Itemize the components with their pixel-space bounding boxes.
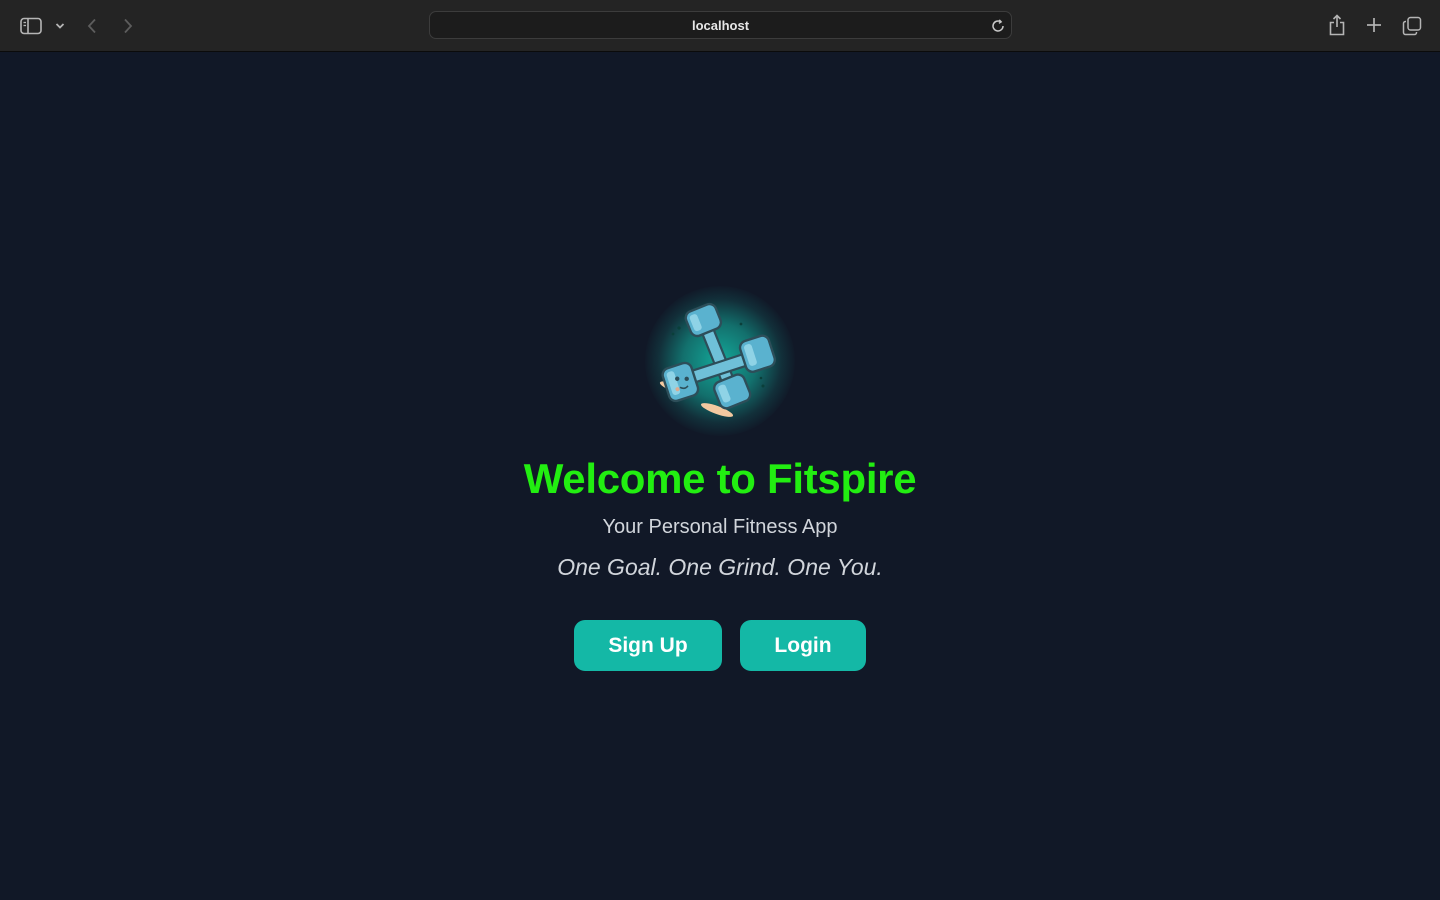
plus-icon[interactable] xyxy=(1362,13,1386,37)
sidebar-icon[interactable] xyxy=(18,14,44,38)
chevron-down-icon[interactable] xyxy=(52,18,68,34)
reload-icon[interactable] xyxy=(990,18,1006,34)
signup-button[interactable]: Sign Up xyxy=(574,620,722,671)
share-icon[interactable] xyxy=(1325,12,1349,38)
tabs-icon[interactable] xyxy=(1399,13,1425,39)
dumbbells-icon xyxy=(645,286,795,436)
chevron-left-icon[interactable] xyxy=(82,14,102,38)
browser-toolbar: localhost xyxy=(0,0,1440,52)
tagline: One Goal. One Grind. One You. xyxy=(557,554,883,580)
chevron-right-icon[interactable] xyxy=(118,14,138,38)
landing-page: Welcome to Fitspire Your Personal Fitnes… xyxy=(0,53,1440,900)
login-button[interactable]: Login xyxy=(740,620,866,671)
address-bar[interactable]: localhost xyxy=(429,11,1012,39)
page-subtitle: Your Personal Fitness App xyxy=(602,516,838,538)
page-title: Welcome to Fitspire xyxy=(523,455,917,502)
address-text: localhost xyxy=(691,17,750,33)
